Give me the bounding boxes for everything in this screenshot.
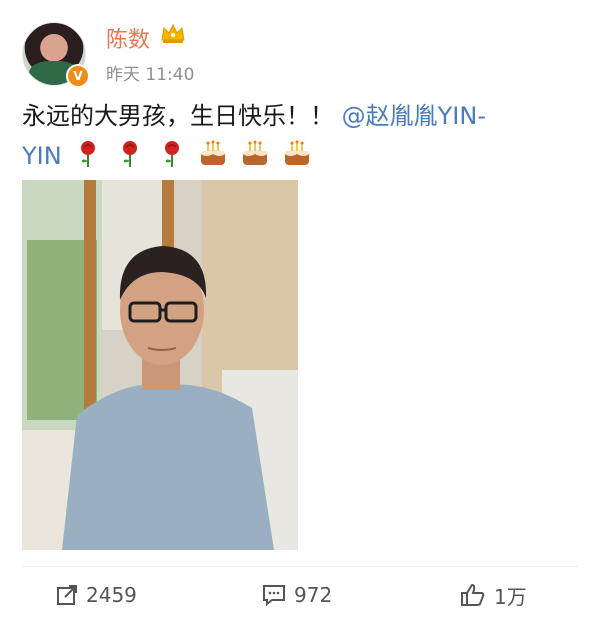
- comment-icon: [263, 585, 285, 606]
- mention-line-1: @赵胤胤YIN-: [341, 102, 486, 130]
- divider: [22, 566, 578, 567]
- comment-count: 972: [294, 583, 333, 607]
- like-count: 1万: [494, 584, 527, 609]
- birthday-cake-icon: [284, 140, 309, 165]
- crown-icon: [161, 23, 185, 43]
- verified-badge-icon: V: [66, 64, 90, 88]
- mention-line-2: YIN: [22, 142, 62, 170]
- comment-button[interactable]: 972: [262, 580, 332, 610]
- username[interactable]: 陈数: [106, 22, 150, 54]
- repost-count: 2459: [86, 583, 137, 607]
- rose-icon: [122, 141, 137, 167]
- post-text-main: 永远的大男孩，生日快乐！！: [22, 102, 334, 130]
- repost-icon: [57, 585, 77, 605]
- post-image[interactable]: [22, 180, 298, 550]
- rose-icon: [81, 141, 96, 167]
- post-image-graphic: [22, 180, 298, 550]
- repost-button[interactable]: 2459: [56, 580, 137, 610]
- birthday-cake-icon: [201, 140, 226, 165]
- rose-icon: [164, 141, 179, 167]
- post-text: 永远的大男孩，生日快乐！！ @赵胤胤YIN- YIN: [22, 96, 582, 176]
- birthday-cake-icon: [242, 140, 267, 165]
- like-button[interactable]: 1万: [460, 580, 527, 610]
- thumbs-up-icon: [461, 583, 485, 606]
- post-timestamp: 昨天 11:40: [106, 65, 195, 85]
